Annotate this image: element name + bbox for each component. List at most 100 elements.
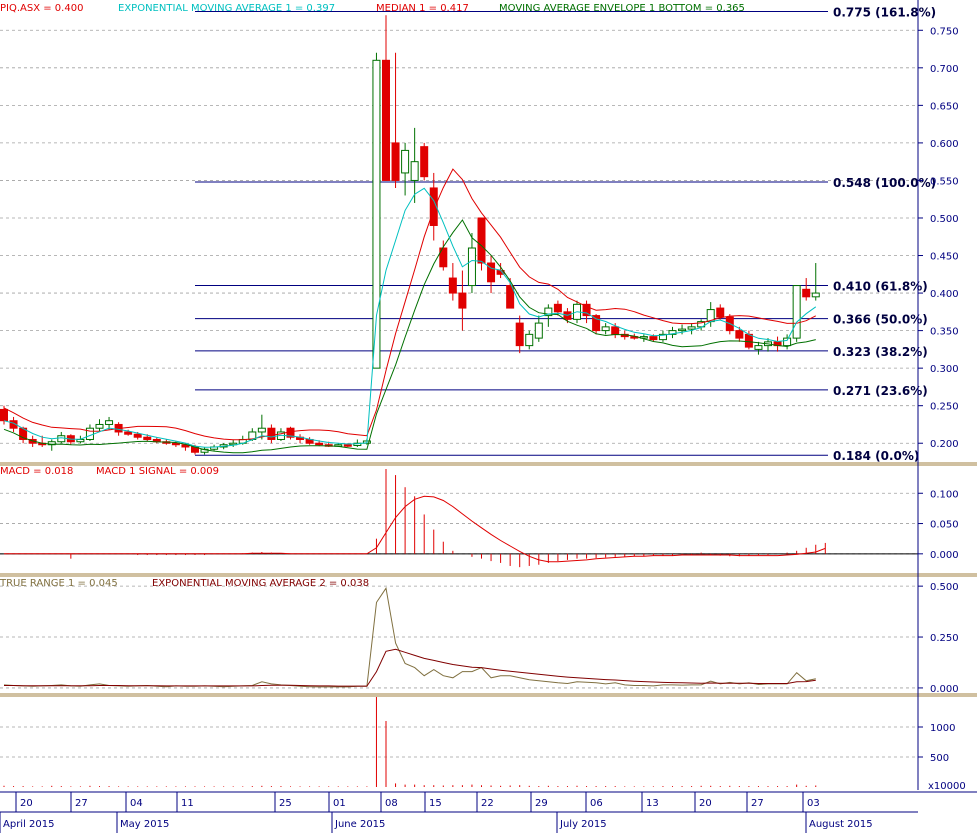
- true-range-panel: [3, 586, 816, 688]
- candle-body: [811, 292, 820, 298]
- median-line: [3, 168, 817, 441]
- stock-chart: 0.775 (161.8%) 0.548 (100.0%) 0.410 (61.8%…: [0, 0, 977, 833]
- price-y-tick-label: 0.600: [930, 139, 959, 150]
- x-month-label: April 2015: [3, 819, 54, 830]
- price-panel: [0, 15, 820, 455]
- x-day-label: 11: [181, 798, 194, 809]
- candle-body: [792, 285, 801, 339]
- x-day-label: 20: [699, 798, 712, 809]
- candle-body: [477, 217, 486, 264]
- candle-body: [315, 442, 324, 446]
- candle-body: [420, 146, 429, 178]
- vol-y-tick-label: 500: [930, 753, 949, 764]
- x-month-label: August 2015: [809, 819, 873, 830]
- candle-body: [143, 436, 152, 440]
- legend-entry: EXPONENTIAL MOVING AVERAGE 1 = 0.397: [118, 3, 335, 14]
- candle-body: [744, 333, 753, 348]
- price-y-tick-label: 0.500: [930, 214, 959, 225]
- legend-entry: PIQ.ASX = 0.400: [0, 3, 83, 14]
- fibonacci-levels: 0.775 (161.8%) 0.548 (100.0%) 0.410 (61.8%…: [195, 6, 936, 463]
- candle-body: [515, 322, 524, 347]
- ma-envelope-bottom-line: [3, 219, 816, 454]
- x-day-label: 04: [130, 798, 143, 809]
- candle-body: [735, 330, 744, 339]
- price-y-tick-label: 0.750: [930, 26, 959, 37]
- true-range-ema-line: [4, 648, 816, 687]
- volume-panel: [3, 697, 817, 787]
- ema-1-line: [3, 187, 817, 448]
- candle-body: [448, 277, 457, 294]
- macd-y-tick-label: 0.050: [930, 520, 959, 531]
- x-day-label: 15: [429, 798, 442, 809]
- x-day-label: 06: [590, 798, 603, 809]
- candle-body: [802, 288, 811, 298]
- price-y-tick-label: 0.200: [930, 439, 959, 450]
- fib-level-label: 0.323 (38.2%): [833, 345, 928, 359]
- fib-level-label: 0.410 (61.8%): [833, 280, 928, 294]
- candle-body: [649, 336, 658, 341]
- x-day-label: 25: [279, 798, 292, 809]
- legend-entry: MEDIAN 1 = 0.417: [376, 3, 469, 14]
- legend-entry: EXPONENTIAL MOVING AVERAGE 2 = 0.038: [152, 578, 369, 589]
- macd-y-tick-label: 0.000: [930, 550, 959, 561]
- tr-y-tick-label: 0.250: [930, 633, 959, 644]
- candle-body: [382, 59, 390, 181]
- x-month-label: June 2015: [334, 819, 385, 830]
- price-y-tick-label: 0.350: [930, 327, 959, 338]
- candle-body: [57, 435, 66, 443]
- candle-body: [95, 423, 104, 429]
- candle-body: [754, 345, 763, 350]
- legend-entry: MACD 1 SIGNAL = 0.009: [96, 466, 219, 477]
- candle-body: [76, 438, 85, 443]
- candle-body: [401, 149, 410, 174]
- fib-level-label: 0.271 (23.6%): [833, 384, 928, 398]
- x-day-label: 29: [535, 798, 548, 809]
- x-day-label: 22: [481, 798, 494, 809]
- x-day-label: 27: [751, 798, 764, 809]
- price-y-tick-label: 0.300: [930, 364, 959, 375]
- legend-entry: MOVING AVERAGE ENVELOPE 1 BOTTOM = 0.365: [499, 3, 745, 14]
- candle-body: [85, 427, 94, 440]
- candle-body: [458, 292, 467, 309]
- candle-body: [716, 307, 725, 318]
- macd-panel: [0, 469, 918, 568]
- x-month-label: May 2015: [120, 819, 169, 830]
- legend-entry: MACD = 0.018: [0, 466, 73, 477]
- candle-body: [105, 420, 114, 425]
- x-month-label: July 2015: [559, 819, 607, 830]
- candle-body: [601, 326, 610, 332]
- candle-body: [391, 142, 400, 181]
- price-y-tick-label: 0.400: [930, 289, 959, 300]
- price-y-tick-label: 0.450: [930, 252, 959, 263]
- candle-body: [124, 431, 133, 435]
- tr-y-tick-label: 0.500: [930, 582, 959, 593]
- gridlines: [0, 29, 918, 758]
- candle-body: [525, 333, 534, 347]
- candle-body: [410, 161, 419, 181]
- candle-body: [534, 322, 543, 339]
- candle-body: [257, 427, 266, 433]
- candle-body: [783, 337, 792, 347]
- price-y-tick-label: 0.250: [930, 402, 959, 413]
- panel-frames: [0, 462, 977, 697]
- candle-body: [133, 433, 142, 438]
- fib-level-label: 0.184 (0.0%): [833, 449, 919, 463]
- x-day-label: 27: [75, 798, 88, 809]
- x-day-label: 20: [20, 798, 33, 809]
- x-day-label: 03: [807, 798, 820, 809]
- candle-body: [678, 328, 687, 332]
- fib-level-label: 0.548 (100.0%): [833, 176, 936, 190]
- vol-y-tick-label: 1000: [930, 723, 955, 734]
- legend-entry: TRUE RANGE 1 = 0.045: [0, 578, 118, 589]
- axes: 0.750 0.700 0.650 0.600 0.550 0.500 0.450 0.400…: [0, 0, 977, 833]
- fib-level-label: 0.366 (50.0%): [833, 313, 928, 327]
- price-y-tick-label: 0.650: [930, 101, 959, 112]
- candle-body: [467, 247, 476, 287]
- candle-body: [611, 326, 620, 335]
- price-y-tick-label: 0.550: [930, 176, 959, 187]
- candle-body: [553, 303, 562, 313]
- candle-body: [267, 427, 276, 440]
- candle-body: [0, 408, 8, 422]
- x-day-label: 13: [646, 798, 659, 809]
- volume-unit-label: x10000: [928, 781, 966, 792]
